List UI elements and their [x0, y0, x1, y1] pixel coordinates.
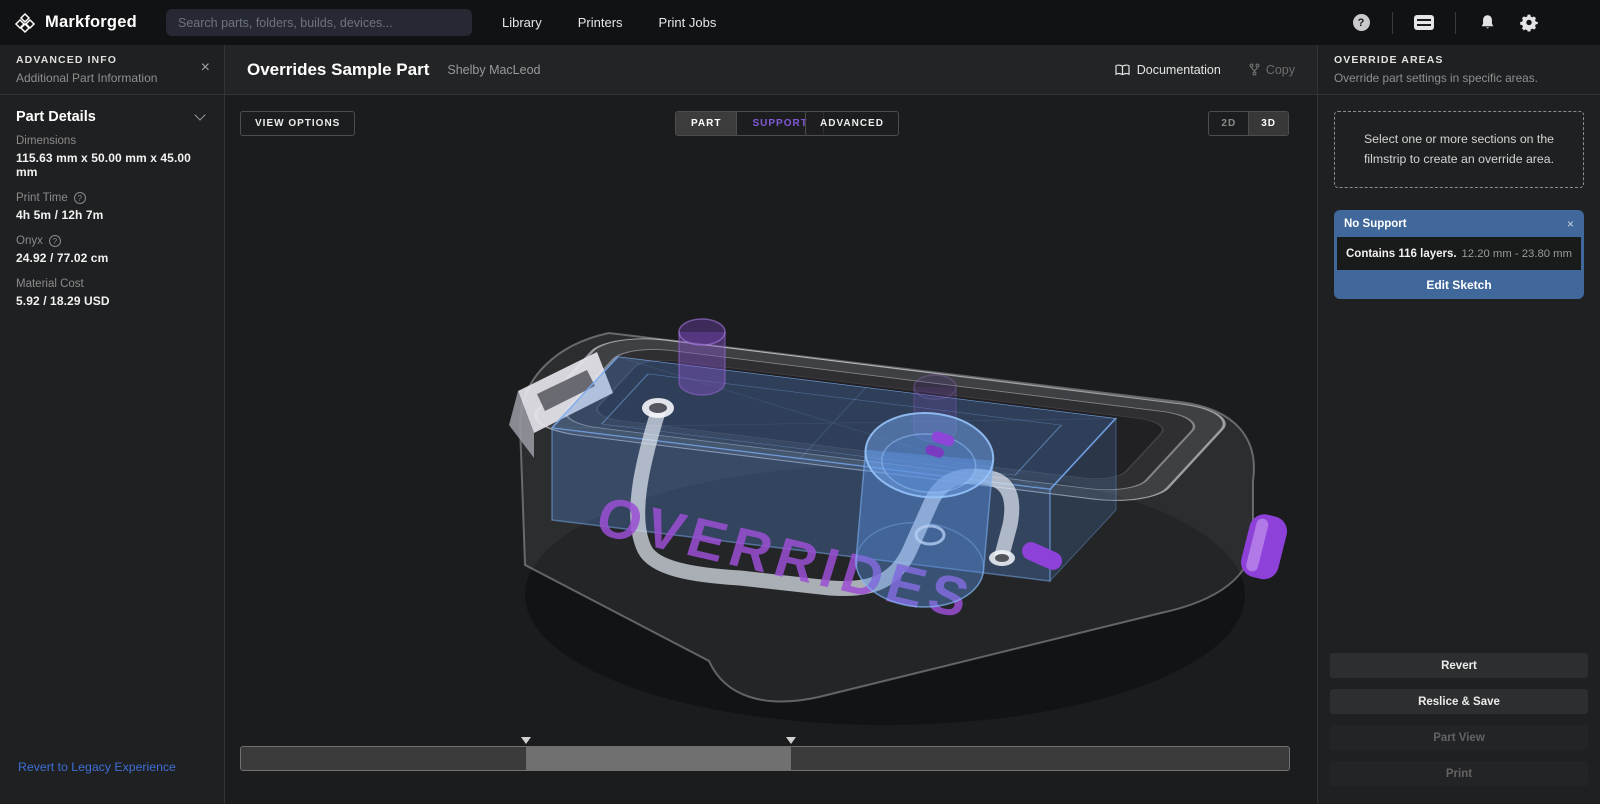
part-support-toggle: PART SUPPORT — [675, 111, 824, 136]
markforged-logo-icon — [14, 12, 36, 34]
panel-actions: Revert Reslice & Save Part View Print — [1330, 642, 1588, 786]
search — [166, 9, 472, 36]
advanced-info-panel: ADVANCED INFO Additional Part Informatio… — [0, 45, 225, 804]
print-button: Print — [1330, 761, 1588, 786]
layers-count: Contains 116 layers. — [1346, 248, 1457, 260]
mode-2d-button[interactable]: 2D — [1209, 112, 1248, 135]
override-card-no-support: No Support × Contains 116 layers. 12.20 … — [1334, 210, 1584, 299]
override-card-body: Contains 116 layers. 12.20 mm - 23.80 mm — [1337, 237, 1581, 270]
override-card-title: No Support — [1344, 218, 1407, 230]
copy-button[interactable]: Copy — [1249, 63, 1295, 77]
close-icon[interactable]: × — [201, 60, 210, 76]
support-cylinder-front — [679, 319, 725, 395]
nav-library[interactable]: Library — [502, 15, 542, 30]
model-canvas[interactable]: OVERRIDES — [225, 95, 1317, 804]
close-icon[interactable]: × — [1567, 218, 1574, 230]
revert-button[interactable]: Revert — [1330, 653, 1588, 678]
part-view-button: Part View — [1330, 725, 1588, 750]
override-areas-panel: OVERRIDE AREAS Override part settings in… — [1317, 45, 1600, 804]
nav-printers[interactable]: Printers — [578, 15, 623, 30]
filmstrip-track[interactable] — [240, 746, 1290, 771]
revert-legacy-link[interactable]: Revert to Legacy Experience — [18, 760, 176, 774]
page-title: Overrides Sample Part — [247, 60, 429, 80]
advanced-button[interactable]: ADVANCED — [805, 111, 899, 136]
edit-sketch-button[interactable]: Edit Sketch — [1334, 270, 1584, 299]
menu-icon[interactable] — [1560, 16, 1578, 29]
part-owner: Shelby MacLeod — [447, 63, 540, 77]
override-cylinder[interactable] — [852, 408, 996, 612]
view-mode-toggle: 2D 3D — [1208, 111, 1289, 136]
topbar-icons: ? — [1350, 12, 1600, 34]
printer-status-icon[interactable] — [1413, 12, 1435, 34]
field-dimensions: Dimensions 115.63 mm x 50.00 mm x 45.00 … — [0, 135, 224, 179]
override-card-header[interactable]: No Support × — [1334, 210, 1584, 237]
chevron-down-icon[interactable] — [194, 109, 205, 120]
question-icon[interactable]: ? — [49, 235, 61, 247]
part-details-header[interactable]: Part Details — [0, 95, 224, 135]
model-viewport[interactable]: VIEW OPTIONS PART SUPPORT ADVANCED 2D 3D — [225, 95, 1317, 804]
override-areas-header: OVERRIDE AREAS Override part settings in… — [1318, 45, 1600, 95]
notifications-bell-icon[interactable] — [1476, 12, 1498, 34]
search-input[interactable] — [166, 9, 472, 36]
part-details-title: Part Details — [16, 109, 96, 125]
book-icon — [1115, 64, 1130, 76]
nav-print-jobs[interactable]: Print Jobs — [659, 15, 717, 30]
divider — [1392, 12, 1393, 34]
field-material-cost: Material Cost 5.92 / 18.29 USD — [0, 278, 224, 308]
field-onyx: Onyx? 24.92 / 77.02 cm — [0, 235, 224, 265]
panel-subtitle: Override part settings in specific areas… — [1334, 71, 1584, 85]
filmstrip-hint: Select one or more sections on the films… — [1334, 111, 1584, 188]
top-nav: Library Printers Print Jobs — [502, 15, 716, 30]
view-options-button[interactable]: VIEW OPTIONS — [240, 111, 355, 136]
panel-title: OVERRIDE AREAS — [1334, 54, 1584, 66]
field-print-time: Print Time? 4h 5m / 12h 7m — [0, 192, 224, 222]
advanced-info-header: ADVANCED INFO Additional Part Informatio… — [0, 45, 224, 95]
panel-title: ADVANCED INFO — [16, 54, 208, 66]
panel-subtitle: Additional Part Information — [16, 71, 208, 85]
filmstrip-selected-range[interactable] — [526, 747, 791, 770]
tab-part[interactable]: PART — [676, 112, 736, 135]
question-icon[interactable]: ? — [74, 192, 86, 204]
settings-gear-icon[interactable] — [1518, 12, 1540, 34]
fork-icon — [1249, 63, 1260, 76]
filmstrip-marker-end[interactable] — [786, 737, 796, 744]
divider — [1455, 12, 1456, 34]
help-icon[interactable]: ? — [1350, 12, 1372, 34]
part-header: Overrides Sample Part Shelby MacLeod Doc… — [225, 45, 1317, 95]
documentation-link[interactable]: Documentation — [1115, 63, 1221, 77]
brand-name: Markforged — [45, 13, 137, 32]
brand[interactable]: Markforged — [0, 12, 160, 34]
topbar: Markforged Library Printers Print Jobs ? — [0, 0, 1600, 45]
mode-3d-button[interactable]: 3D — [1248, 112, 1288, 135]
filmstrip-marker-start[interactable] — [521, 737, 531, 744]
main-area: Overrides Sample Part Shelby MacLeod Doc… — [225, 45, 1317, 804]
layers-range: 12.20 mm - 23.80 mm — [1462, 248, 1573, 260]
reslice-save-button[interactable]: Reslice & Save — [1330, 689, 1588, 714]
